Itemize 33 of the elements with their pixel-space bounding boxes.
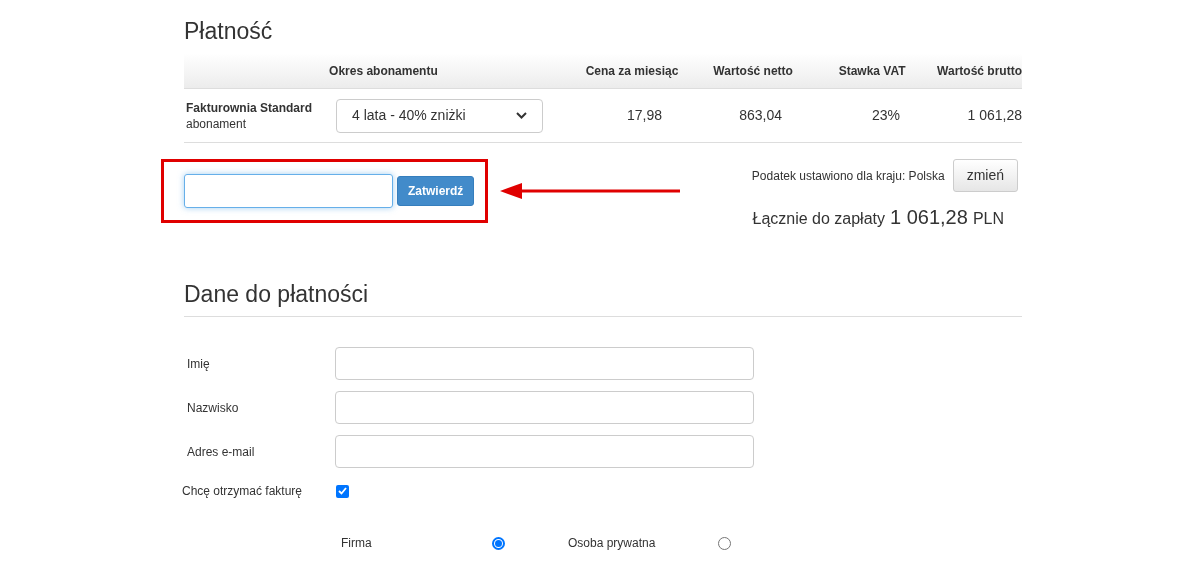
column-header: Wartość netto (712, 62, 793, 80)
total-label: Łącznie do zapłaty (752, 209, 885, 229)
field-label: Imię (186, 355, 211, 373)
change-button[interactable]: zmień (952, 159, 1018, 192)
text-field[interactable] (335, 391, 754, 424)
column-header: Stawka VAT (837, 62, 906, 80)
period-select[interactable]: 4 lata - 40% zniżki (336, 98, 543, 133)
field-label: Nazwisko (186, 399, 240, 417)
table-cell-text: 1 061,28 (966, 106, 1022, 125)
column-header: Cena za miesiąc (584, 62, 679, 80)
radio-label: Osoba prywatna (568, 535, 657, 552)
column-header: Wartość brutto (936, 62, 1022, 80)
chevron-down-icon (516, 112, 527, 119)
currency-label: PLN (972, 209, 1004, 229)
total-amount: 1 061,28 (890, 205, 968, 230)
table-cell-text: 23% (870, 106, 900, 125)
text-field[interactable] (335, 347, 754, 380)
coupon-field[interactable] (184, 174, 393, 208)
invoice-checkbox[interactable] (336, 484, 349, 498)
product-name: Fakturownia Standard (186, 99, 314, 116)
radio-label: Firma (341, 535, 373, 552)
invoice-label: Chcę otrzymać fakturę (182, 483, 304, 500)
section-heading: Dane do płatności (184, 279, 1022, 317)
tax-country-note: Podatek ustawiono dla kraju: Polska (751, 167, 945, 185)
column-header: Okres abonamentu (329, 62, 439, 80)
field-label: Adres e-mail (186, 443, 256, 461)
radio-button[interactable] (492, 536, 505, 550)
confirm-button[interactable]: Zatwierdź (397, 176, 475, 206)
table-cell-text: 17,98 (625, 106, 662, 125)
page-heading: Płatność (184, 17, 274, 46)
table-cell-text: 863,04 (738, 106, 782, 125)
text-field[interactable] (335, 435, 754, 468)
product-note: abonament (186, 115, 248, 132)
